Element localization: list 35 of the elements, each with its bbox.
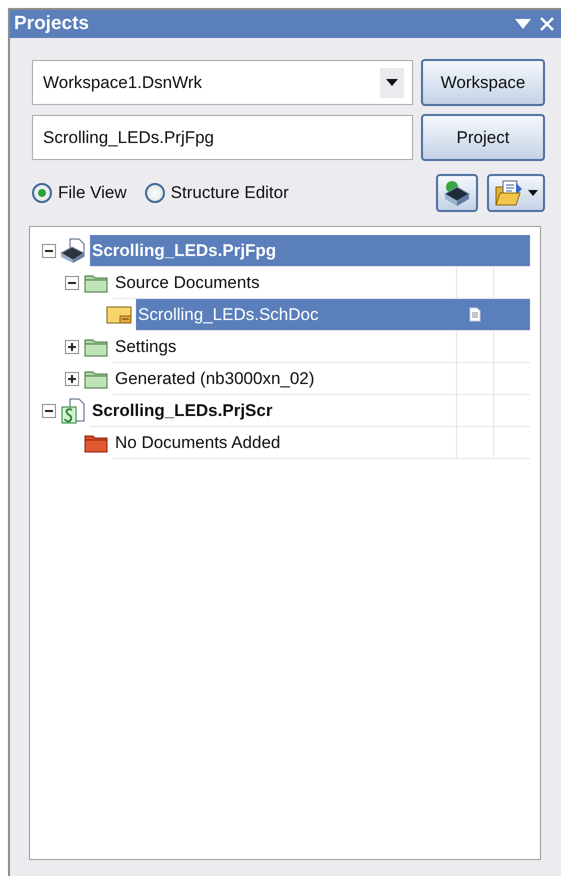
tree-item[interactable]: Generated (nb3000xn_02) [113, 363, 530, 395]
chip-icon [443, 179, 471, 207]
schematic-sheet-icon [106, 305, 132, 325]
view-radio[interactable]: File View [32, 183, 127, 203]
view-radio[interactable]: Structure Editor [144, 183, 289, 203]
project-button[interactable]: Project [421, 114, 545, 161]
expand-toggle[interactable] [65, 372, 79, 386]
folder-icon [84, 273, 108, 293]
caret-icon [386, 79, 398, 86]
panel-title: Projects [14, 13, 90, 35]
folder-icon [84, 337, 108, 357]
script-document-icon [61, 398, 85, 424]
workspace-button[interactable]: Workspace [421, 59, 545, 106]
dropdown-arrow-icon[interactable] [515, 19, 531, 29]
folder-icon [84, 433, 108, 453]
tree-item[interactable]: Scrolling_LEDs.PrjScr [90, 395, 530, 427]
open-folder-document-icon [494, 179, 524, 207]
project-name: Scrolling_LEDs.PrjFpg [43, 128, 216, 148]
close-icon[interactable] [539, 16, 555, 32]
tree-item[interactable]: No Documents Added [113, 427, 530, 459]
tree-item[interactable]: Settings [113, 331, 530, 363]
project-field[interactable]: Scrolling_LEDs.PrjFpg [32, 115, 413, 160]
collapse-toggle[interactable] [65, 276, 79, 290]
collapse-toggle[interactable] [42, 244, 56, 258]
chip-document-icon [60, 238, 86, 264]
expand-toggle[interactable] [65, 340, 79, 354]
caret-icon [528, 190, 538, 196]
collapse-toggle[interactable] [42, 404, 56, 418]
folder-icon [84, 369, 108, 389]
workspace-name: Workspace1.DsnWrk [43, 72, 204, 92]
workspace-dropdown[interactable]: Workspace1.DsnWrk [32, 60, 413, 105]
project-menu-button[interactable] [487, 174, 545, 212]
tree-item[interactable]: Scrolling_LEDs.PrjFpg [90, 235, 530, 267]
tree-item[interactable]: Scrolling_LEDs.SchDoc [136, 299, 530, 331]
compile-button[interactable] [436, 174, 478, 212]
